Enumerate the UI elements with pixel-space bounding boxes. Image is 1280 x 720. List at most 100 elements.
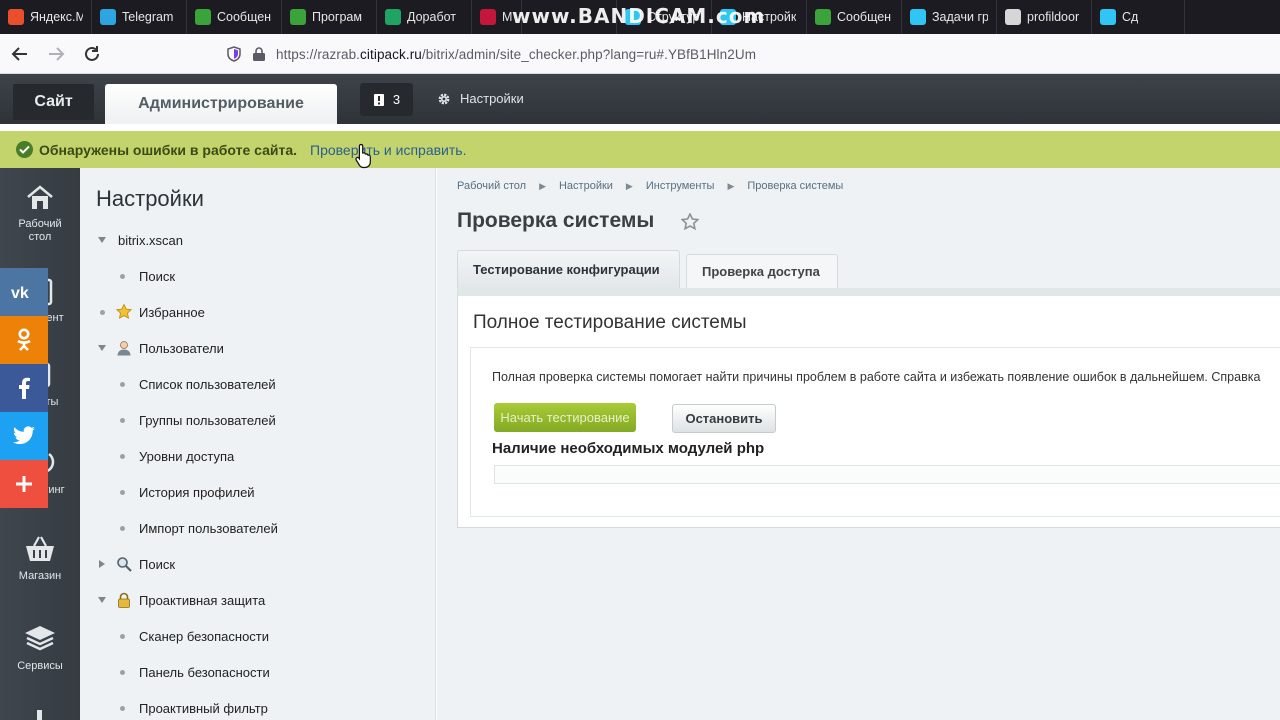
menu-item-label: Панель безопасности [139,664,270,680]
menu-item[interactable]: Список пользователей [80,374,410,394]
user-icon [116,340,132,359]
magnifier-icon [116,556,132,575]
breadcrumb-item[interactable]: Проверка системы [747,180,843,192]
menu-item[interactable]: Уровни доступа [80,446,410,466]
browser-tab[interactable]: Сообщен [187,0,282,34]
url-text[interactable]: https://razrab.citipack.ru/bitrix/admin/… [276,47,756,62]
menu-item-label: Группы пользователей [139,412,276,428]
start-test-button[interactable]: Начать тестирование [494,403,636,432]
basket-icon [26,536,54,561]
check-circle-icon [16,141,33,158]
bullet-icon [120,381,125,387]
stop-button[interactable]: Остановить [672,404,776,433]
fix-link[interactable]: Проверить и исправить. [310,142,466,158]
settings-button[interactable]: Настройки [437,91,524,106]
menu-item[interactable]: Импорт пользователей [80,518,410,538]
menu-item[interactable]: История профилей [80,482,410,502]
menu-item[interactable]: bitrix.xscan [80,230,410,250]
error-bar: Обнаружены ошибки в работе сайта. Провер… [0,131,1280,168]
menu-item[interactable]: Поиск [80,554,410,574]
more-nav-item[interactable] [0,708,80,720]
browser-tab-label: Яндекс.М [30,10,83,24]
forward-button[interactable] [40,38,72,70]
browser-tab-label: Telegram [122,10,174,24]
menu-item-label: Избранное [139,304,205,320]
shield-icon[interactable] [226,46,242,62]
notification-icon [373,93,384,106]
browser-tab-label: Сообщен [837,10,892,24]
bullet-icon [120,633,125,639]
reload-button[interactable] [76,38,108,70]
chevron-down-icon[interactable] [98,345,106,351]
odnoklassniki-icon [17,328,31,351]
bitrix24-icon [1100,9,1116,25]
vk-share-button[interactable]: vk [0,268,48,316]
notifications-button[interactable]: 3 [360,83,413,116]
error-message: Обнаружены ошибки в работе сайта. [39,141,298,158]
menu-item[interactable]: Проактивная защита [80,590,410,610]
gear-icon [438,93,450,104]
svg-text:vk: vk [11,285,29,300]
menu-item[interactable]: Избранное [80,302,410,322]
bullet-icon [120,273,125,279]
lock-icon[interactable] [252,46,266,62]
settings-label: Настройки [460,91,524,106]
browser-tab-label: Програм [312,10,362,24]
menu-item[interactable]: Проактивный фильтр [80,698,410,718]
browser-tab[interactable]: Задачи гр [902,0,997,34]
ok-share-button[interactable] [0,316,48,364]
browser-tab[interactable]: Програм [282,0,377,34]
browser-tab[interactable]: Яндекс.М [0,0,92,34]
facebook-icon [19,377,30,399]
admin-mode-button[interactable]: Администрирование [105,84,337,124]
bullet-icon [120,525,125,531]
browser-tab[interactable]: Доработ [377,0,472,34]
services-nav-item[interactable]: Сервисы [0,624,80,673]
menu-item-label: Список пользователей [139,376,276,392]
tab-access-check[interactable]: Проверка доступа [686,254,838,288]
browser-tab[interactable]: Сообщен [807,0,902,34]
desktop-nav-item[interactable]: Рабочий стол [0,184,80,244]
chevron-right-icon[interactable] [99,560,105,568]
menu-item-label: Сканер безопасности [139,628,270,644]
facebook-share-button[interactable] [0,364,48,412]
chevron-down-icon[interactable] [98,237,106,243]
menu-item[interactable]: Панель безопасности [80,662,410,682]
menu-item-label: Импорт пользователей [139,520,278,536]
lock-icon [116,592,132,611]
browser-tab-label: profildoor [1027,10,1080,24]
breadcrumb-item[interactable]: Рабочий стол [457,180,526,192]
tab-config-test[interactable]: Тестирование конфигурации [457,250,680,288]
menu-item-label: Проактивная защита [139,592,266,608]
more-share-button[interactable] [0,460,48,508]
breadcrumb-item[interactable]: Настройки [559,180,613,192]
browser-tab[interactable]: Сд [1092,0,1185,34]
bullet-icon [120,489,125,495]
favorite-star-icon[interactable] [681,213,699,230]
breadcrumb-separator-icon: ▶ [727,180,735,191]
bullet-icon [120,453,125,459]
notification-count: 3 [392,92,401,107]
chevron-down-icon[interactable] [98,597,106,603]
main-content: Рабочий стол ▶ Настройки ▶ Инструменты ▶… [437,168,1280,720]
house-icon [27,185,53,209]
test-section: Полная проверка системы помогает найти п… [470,347,1280,517]
menu-item-label: Пользователи [139,340,224,356]
shop-nav-item[interactable]: Магазин [0,534,80,583]
breadcrumb-item[interactable]: Инструменты [646,180,715,192]
bullet-icon [120,705,125,711]
twitter-icon [13,426,35,445]
menu-item[interactable]: Поиск [80,266,410,286]
menu-item[interactable]: Группы пользователей [80,410,410,430]
site-mode-button[interactable]: Сайт [13,84,94,120]
back-button[interactable] [4,38,36,70]
menu-item[interactable]: Пользователи [80,338,410,358]
test-panel: Полное тестирование системы Полная прове… [457,288,1280,528]
bullet-icon [100,309,105,315]
browser-tab[interactable]: Telegram [92,0,187,34]
url-bar[interactable]: https://razrab.citipack.ru/bitrix/admin/… [218,38,1280,70]
vk-icon: vk [11,285,29,300]
twitter-share-button[interactable] [0,412,48,460]
menu-item[interactable]: Сканер безопасности [80,626,410,646]
browser-tab[interactable]: profildoor [997,0,1092,34]
